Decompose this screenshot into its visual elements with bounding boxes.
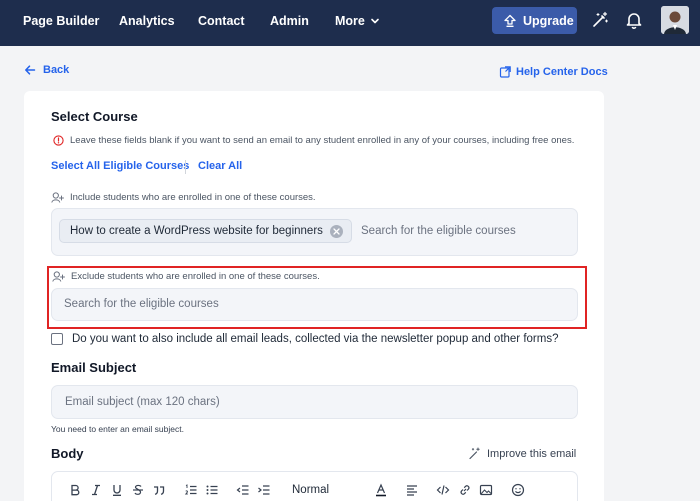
arrow-left-icon xyxy=(24,64,36,76)
exclude-label-text: Exclude students who are enrolled in one… xyxy=(71,271,320,282)
external-doc-icon xyxy=(499,66,511,78)
email-form-card: Select Course Leave these fields blank i… xyxy=(24,91,604,501)
top-nav: Page Builder Analytics Contact Admin Mor… xyxy=(0,0,700,46)
select-course-title: Select Course xyxy=(51,109,138,124)
body-title: Body xyxy=(51,446,84,461)
upgrade-button[interactable]: Upgrade xyxy=(492,7,577,34)
code-icon[interactable] xyxy=(436,483,450,497)
include-label: Include students who are enrolled in one… xyxy=(51,192,316,203)
improve-email-label: Improve this email xyxy=(487,447,577,460)
upgrade-label: Upgrade xyxy=(523,13,574,28)
nav-page-builder[interactable]: Page Builder xyxy=(23,12,99,30)
ordered-list-icon[interactable] xyxy=(184,483,198,497)
help-center-link[interactable]: Help Center Docs xyxy=(499,64,608,80)
upgrade-icon xyxy=(503,14,517,28)
align-icon[interactable] xyxy=(405,483,419,497)
text-format-select[interactable]: Normal xyxy=(292,484,352,496)
user-plus-icon xyxy=(51,192,64,203)
nav-analytics[interactable]: Analytics xyxy=(119,12,175,30)
email-subject-title: Email Subject xyxy=(51,360,137,375)
link-divider xyxy=(185,160,186,174)
improve-email-button[interactable]: Improve this email xyxy=(468,447,576,460)
avatar[interactable] xyxy=(661,6,689,34)
emoji-icon[interactable] xyxy=(511,483,525,497)
clear-all-button[interactable]: Clear All xyxy=(198,160,242,172)
image-icon[interactable] xyxy=(479,483,493,497)
include-search-input[interactable]: Search for the eligible courses xyxy=(361,225,516,237)
course-chip: How to create a WordPress website for be… xyxy=(59,219,352,243)
exclude-label: Exclude students who are enrolled in one… xyxy=(52,271,320,282)
nav-admin[interactable]: Admin xyxy=(270,12,309,30)
help-center-label: Help Center Docs xyxy=(516,66,608,78)
underline-icon[interactable] xyxy=(110,483,124,497)
select-all-courses-button[interactable]: Select All Eligible Courses xyxy=(51,160,189,172)
leads-checkbox-label: Do you want to also include all email le… xyxy=(72,333,559,345)
exclude-search-input[interactable]: Search for the eligible courses xyxy=(64,298,219,310)
blockquote-icon[interactable] xyxy=(152,483,166,497)
italic-icon[interactable] xyxy=(89,483,103,497)
bold-icon[interactable] xyxy=(68,483,82,497)
course-chip-label: How to create a WordPress website for be… xyxy=(70,225,323,237)
info-circle-icon xyxy=(53,135,64,146)
exclude-courses-field[interactable]: Search for the eligible courses xyxy=(51,288,578,321)
magic-wand-small-icon xyxy=(468,447,481,460)
include-courses-field[interactable]: How to create a WordPress website for be… xyxy=(51,208,578,256)
text-color-icon[interactable] xyxy=(374,483,388,497)
info-note: Leave these fields blank if you want to … xyxy=(53,135,574,146)
indent-icon[interactable] xyxy=(257,483,271,497)
leads-checkbox-row[interactable]: Do you want to also include all email le… xyxy=(51,333,558,345)
bell-icon[interactable] xyxy=(624,10,644,30)
link-icon[interactable] xyxy=(458,483,472,497)
nav-more[interactable]: More xyxy=(335,12,380,30)
user-minus-icon xyxy=(52,271,65,282)
remove-chip-icon[interactable] xyxy=(329,224,343,238)
outdent-icon[interactable] xyxy=(236,483,250,497)
strikethrough-icon[interactable] xyxy=(131,483,145,497)
nav-more-label: More xyxy=(335,14,365,28)
email-subject-placeholder: Email subject (max 120 chars) xyxy=(65,396,220,408)
email-subject-hint: You need to enter an email subject. xyxy=(51,424,184,434)
back-label: Back xyxy=(43,64,70,76)
chevron-down-icon xyxy=(370,16,380,26)
bullet-list-icon[interactable] xyxy=(205,483,219,497)
info-note-text: Leave these fields blank if you want to … xyxy=(70,135,575,146)
back-link[interactable]: Back xyxy=(24,62,69,78)
email-subject-input[interactable]: Email subject (max 120 chars) xyxy=(51,385,578,419)
magic-wand-icon[interactable] xyxy=(590,10,610,30)
leads-checkbox[interactable] xyxy=(51,333,63,345)
include-label-text: Include students who are enrolled in one… xyxy=(70,192,316,203)
rich-text-toolbar: Normal xyxy=(51,471,578,501)
nav-contact[interactable]: Contact xyxy=(198,12,245,30)
